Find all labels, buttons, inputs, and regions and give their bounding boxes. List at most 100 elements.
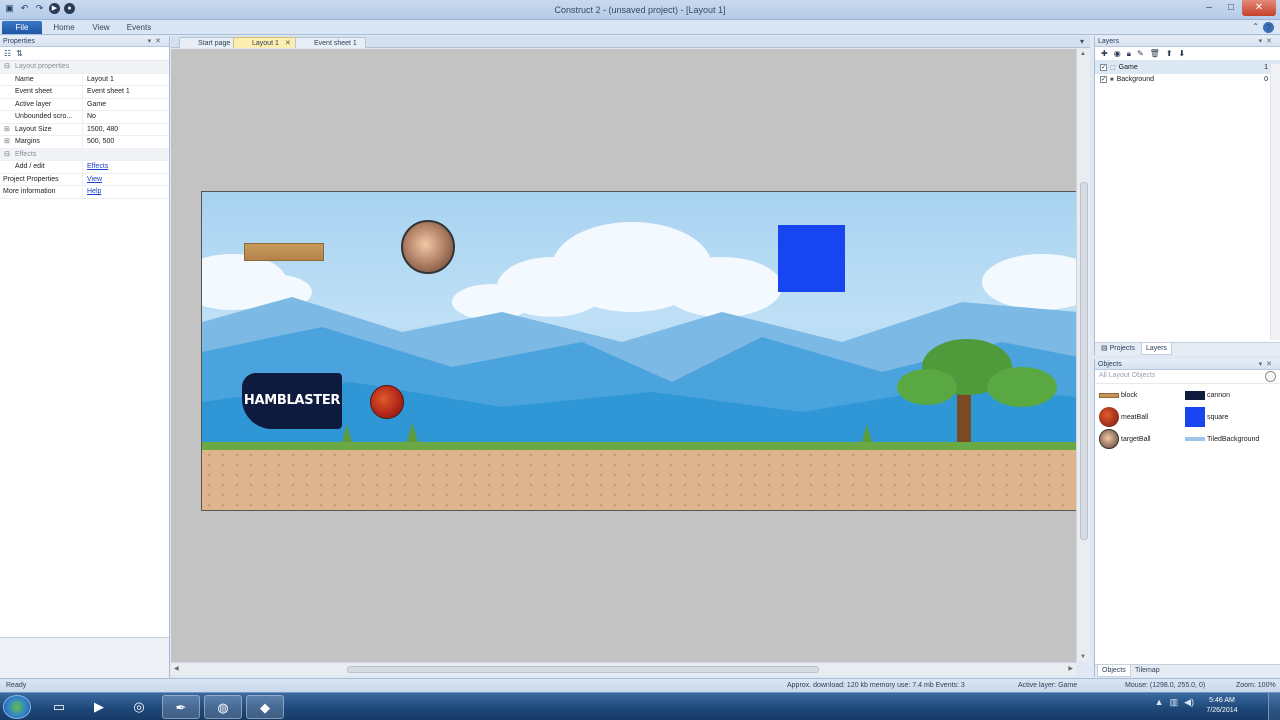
horizontal-scrollbar[interactable]: ◀ ▶ <box>171 662 1076 675</box>
property-row[interactable]: ⊞ Margins 500, 500 <box>0 136 169 149</box>
tab-home[interactable]: Home <box>50 21 78 34</box>
tab-projects[interactable]: ▤ Projects <box>1097 343 1139 355</box>
property-category[interactable]: ⊟ Layout properties <box>0 61 169 74</box>
panel-pin-close-icon[interactable]: ▾✕ <box>148 36 165 47</box>
alphabetical-icon[interactable]: ⇅ <box>16 49 23 58</box>
object-item-block[interactable]: block <box>1099 385 1137 405</box>
scroll-up-icon[interactable]: ▲ <box>1080 51 1086 57</box>
square-object[interactable] <box>778 225 845 292</box>
maximize-icon[interactable]: □ <box>1220 0 1242 16</box>
layers-scrollbar[interactable] <box>1270 64 1280 340</box>
property-category[interactable]: ⊟ Effects <box>0 148 169 161</box>
categorized-icon[interactable]: ☷ <box>4 49 11 58</box>
property-row[interactable]: Unbounded scro... No <box>0 111 169 124</box>
layer-row-background[interactable]: ✓ ■ Background 0 <box>1095 74 1280 87</box>
expand-icon[interactable]: ⊞ <box>4 136 10 148</box>
tab-events[interactable]: Events <box>124 21 154 34</box>
delete-icon[interactable]: 🗑︎ <box>1150 49 1160 58</box>
collapse-icon[interactable]: ⊟ <box>4 61 10 73</box>
targetball-icon <box>1099 429 1119 449</box>
add-layer-icon[interactable]: ✚ <box>1101 49 1108 58</box>
lock-icon[interactable]: ■ <box>1110 77 1114 83</box>
close-icon[interactable]: ✕ <box>1242 0 1276 16</box>
panel-pin-close-icon[interactable]: ▾✕ <box>1259 36 1276 47</box>
property-row[interactable]: Project Properties View <box>0 173 169 186</box>
network-icon[interactable]: ▥ <box>1170 697 1179 708</box>
property-key: Add / edit <box>0 161 83 173</box>
property-link[interactable]: Help <box>83 186 169 198</box>
tab-tilemap[interactable]: Tilemap <box>1131 665 1164 677</box>
chrome-icon[interactable]: ◎ <box>120 695 158 719</box>
game-layout[interactable]: HAMBLASTER <box>201 191 1077 511</box>
tab-file[interactable]: File <box>2 21 42 34</box>
tab-close-icon[interactable]: ✕ <box>285 40 291 47</box>
tab-view[interactable]: View <box>88 21 114 34</box>
expand-icon[interactable]: ⊞ <box>4 124 10 136</box>
eye-icon[interactable]: ◉ <box>1114 49 1121 58</box>
cannon-object[interactable]: HAMBLASTER <box>242 373 342 429</box>
edit-icon[interactable]: ✎ <box>1137 49 1144 58</box>
start-button[interactable] <box>3 695 31 719</box>
tab-event-sheet-1[interactable]: Event sheet 1 <box>295 37 366 48</box>
property-value[interactable]: 500, 500 <box>83 136 169 148</box>
tab-layers[interactable]: Layers <box>1141 343 1173 355</box>
property-row[interactable]: Add / edit Effects <box>0 161 169 174</box>
meatball-object[interactable] <box>370 385 404 419</box>
property-row[interactable]: Name Layout 1 <box>0 73 169 86</box>
collapse-icon[interactable]: ⊟ <box>4 149 10 161</box>
layer-visible-checkbox[interactable]: ✓ <box>1100 63 1107 71</box>
help-icon[interactable]: ? <box>1263 22 1274 33</box>
clock[interactable]: 5:46 AM 7/26/2014 <box>1202 696 1242 716</box>
property-row[interactable]: Event sheet Event sheet 1 <box>0 86 169 99</box>
property-value[interactable]: Event sheet 1 <box>83 86 169 98</box>
gear-icon[interactable]: ◌ <box>1265 371 1276 382</box>
scroll-down-icon[interactable]: ▼ <box>1080 654 1086 660</box>
vertical-scrollbar[interactable]: ▲ ▼ <box>1076 49 1090 662</box>
vertical-scroll-thumb[interactable] <box>1080 182 1088 540</box>
tab-start-page[interactable]: Start page <box>179 37 240 48</box>
pen-icon[interactable]: ✒ <box>162 695 200 719</box>
object-item-square[interactable]: square <box>1185 407 1228 427</box>
move-down-icon[interactable]: ⬇ <box>1179 49 1186 58</box>
chevron-down-icon[interactable]: ▾ <box>1080 37 1084 46</box>
block-object[interactable] <box>244 243 324 261</box>
property-row[interactable]: ⊞ Layout Size 1500, 480 <box>0 123 169 136</box>
ribbon-collapse-icon[interactable]: ⌃ <box>1252 22 1259 33</box>
property-value[interactable]: No <box>83 111 169 123</box>
scroll-right-icon[interactable]: ▶ <box>1068 665 1073 672</box>
show-desktop-button[interactable] <box>1268 693 1280 720</box>
property-value[interactable]: Layout 1 <box>83 74 169 86</box>
property-value[interactable]: Game <box>83 99 169 111</box>
property-row[interactable]: Active layer Game <box>0 98 169 111</box>
tab-layout-1[interactable]: Layout 1 ✕ <box>233 37 300 48</box>
square-icon <box>1185 407 1205 427</box>
object-item-targetball[interactable]: targetBall <box>1099 429 1151 449</box>
property-value[interactable]: 1500, 480 <box>83 124 169 136</box>
construct-icon[interactable]: ◍ <box>204 695 242 719</box>
volume-icon[interactable]: ◀) <box>1184 697 1194 708</box>
app-icon[interactable]: ◆ <box>246 695 284 719</box>
panel-pin-close-icon[interactable]: ▾✕ <box>1259 359 1276 370</box>
property-key: Active layer <box>0 98 83 110</box>
scroll-left-icon[interactable]: ◀ <box>174 665 179 672</box>
tab-objects[interactable]: Objects <box>1097 665 1131 677</box>
layer-visible-checkbox[interactable]: ✓ <box>1100 76 1107 84</box>
property-link[interactable]: Effects <box>83 161 169 173</box>
media-player-icon[interactable]: ▶ <box>80 695 118 719</box>
object-item-cannon[interactable]: cannon <box>1185 385 1230 405</box>
property-link[interactable]: View <box>83 174 169 186</box>
move-up-icon[interactable]: ⬆ <box>1166 49 1173 58</box>
property-row[interactable]: More information Help <box>0 186 169 199</box>
explorer-icon[interactable]: ▭ <box>40 695 78 719</box>
object-item-tiledbackground[interactable]: TiledBackground <box>1185 429 1259 449</box>
minimize-icon[interactable]: – <box>1198 0 1220 16</box>
objects-filter[interactable]: All Layout Objects ◌ <box>1095 370 1280 384</box>
property-key: Event sheet <box>0 86 83 98</box>
object-item-meatball[interactable]: meatBall <box>1099 407 1148 427</box>
lock-icon[interactable]: 🔒︎ <box>1127 49 1131 58</box>
targetball-object[interactable] <box>401 220 455 274</box>
unlocked-icon[interactable]: ⬚ <box>1110 64 1116 71</box>
layer-row-game[interactable]: ✓ ⬚ Game 1 <box>1095 61 1280 74</box>
tray-arrow-icon[interactable]: ▲ <box>1155 697 1164 708</box>
horizontal-scroll-thumb[interactable] <box>347 666 819 673</box>
